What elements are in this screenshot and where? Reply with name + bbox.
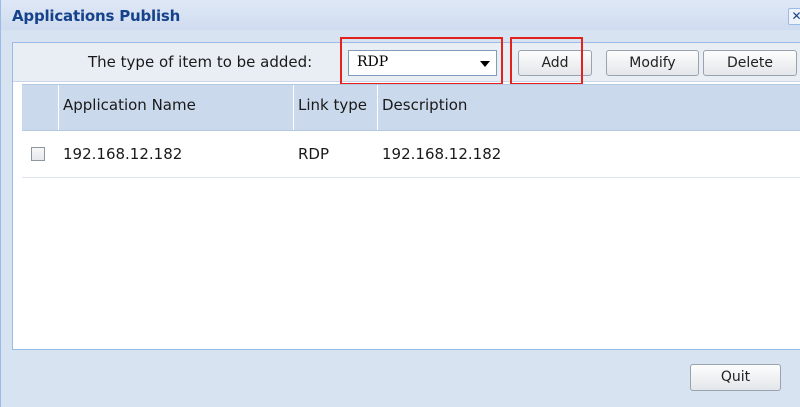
applications-publish-dialog: Applications Publish ✕ The type of item …: [0, 0, 800, 407]
toolbar: The type of item to be added: RDP Add Mo…: [13, 37, 800, 85]
highlight-box-add: [510, 37, 583, 85]
column-header-link-type[interactable]: Link type: [294, 85, 378, 130]
application-name-cell: 192.168.12.182: [63, 145, 183, 163]
row-checkbox[interactable]: [31, 147, 45, 161]
column-header-description[interactable]: Description: [378, 85, 800, 130]
footer-divider: [12, 349, 800, 350]
dialog-title: Applications Publish: [12, 7, 181, 25]
modify-button[interactable]: Modify: [606, 50, 699, 76]
table-row[interactable]: 192.168.12.182 RDP 192.168.12.182: [22, 131, 800, 178]
highlight-box-type: [340, 37, 503, 85]
delete-button[interactable]: Delete: [703, 50, 797, 76]
description-cell: 192.168.12.182: [382, 145, 502, 163]
close-icon[interactable]: ✕: [788, 8, 800, 25]
dialog-titlebar: Applications Publish ✕: [1, 0, 800, 30]
quit-button[interactable]: Quit: [690, 364, 781, 391]
applications-panel: The type of item to be added: RDP Add Mo…: [12, 37, 800, 350]
grid-header: Application Name Link type Description: [22, 84, 800, 131]
column-header-select: [22, 85, 59, 130]
row-select-cell: [22, 131, 59, 177]
link-type-cell: RDP: [298, 145, 330, 163]
item-type-label: The type of item to be added:: [88, 53, 313, 71]
column-header-application-name[interactable]: Application Name: [59, 85, 294, 130]
